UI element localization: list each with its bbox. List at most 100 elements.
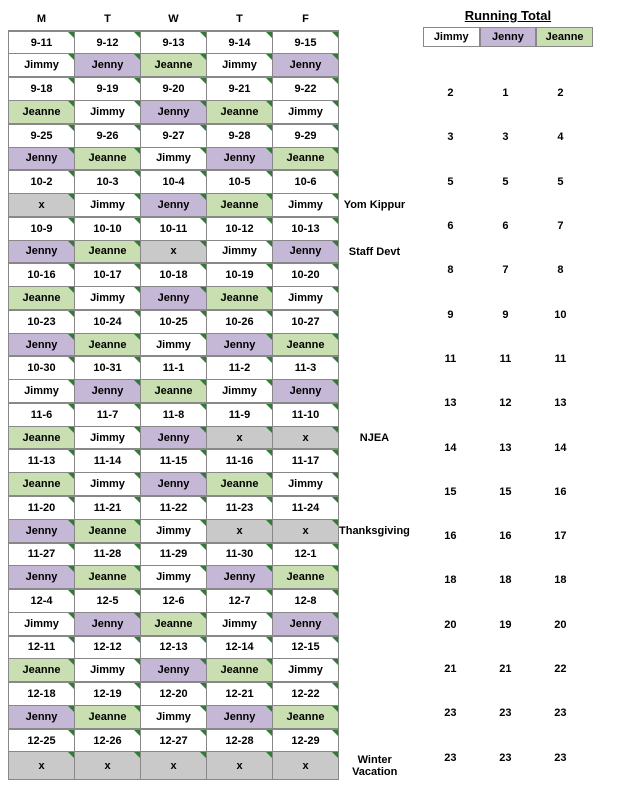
running-total-value: 19 [478,619,533,631]
running-total-value: 21 [478,663,533,675]
date-cell: 10-27 [273,310,339,333]
running-total-row: 555 [423,160,593,204]
date-cell: 9-15 [273,31,339,54]
date-cell: 9-21 [207,77,273,100]
running-total-value: 9 [423,309,478,321]
date-cell: 10-23 [9,310,75,333]
assignment-cell: Jimmy [273,287,339,310]
assignment-cell: Jimmy [273,473,339,496]
assignment-cell: Jenny [141,194,207,217]
week-note [339,659,411,682]
assignment-cell: Jenny [207,333,273,356]
date-cell: 10-12 [207,217,273,240]
date-cell: 9-20 [141,77,207,100]
running-total-row: 9910 [423,292,593,336]
assignment-cell: Jimmy [207,380,273,403]
assignment-cell: x [207,426,273,449]
running-total-value: 20 [423,619,478,631]
date-cell: 11-24 [273,496,339,519]
date-cell: 10-26 [207,310,273,333]
date-cell: 11-3 [273,356,339,379]
weekday-header: W [141,8,207,31]
date-cell: 10-19 [207,263,273,286]
assignment-cell: x [273,519,339,542]
week-note: Winter Vacation [339,752,411,779]
rt-head-jenny: Jenny [480,27,537,47]
running-total-value: 18 [478,574,533,586]
running-total-value: 10 [533,309,588,321]
running-total-value: 23 [478,707,533,719]
date-cell: 12-11 [9,636,75,659]
date-cell: 11-15 [141,449,207,472]
assignment-cell: Jeanne [9,473,75,496]
running-total-section: Running Total Jimmy Jenny Jeanne 2123345… [423,8,593,780]
running-total-title: Running Total [423,8,593,23]
assignment-cell: Jimmy [75,100,141,123]
date-cell: 10-4 [141,170,207,193]
date-cell: 11-1 [141,356,207,379]
date-cell: 10-10 [75,217,141,240]
assignment-cell: Jimmy [9,380,75,403]
running-total-value: 15 [478,486,533,498]
assignment-cell: Jenny [141,426,207,449]
assignment-cell: Jenny [207,147,273,170]
assignment-cell: Jeanne [75,519,141,542]
running-total-value: 23 [423,752,478,764]
date-cell: 11-20 [9,496,75,519]
running-total-value: 17 [533,530,588,542]
date-cell: 12-22 [273,682,339,705]
date-cell: 9-18 [9,77,75,100]
date-cell: 10-31 [75,356,141,379]
date-cell: 11-6 [9,403,75,426]
date-cell: 11-16 [207,449,273,472]
date-cell: 12-4 [9,589,75,612]
assignment-cell: Jeanne [141,380,207,403]
running-total-value: 20 [533,619,588,631]
assignment-cell: Jimmy [141,519,207,542]
date-cell: 11-2 [207,356,273,379]
assignment-cell: Jenny [141,659,207,682]
running-total-value: 7 [533,220,588,232]
running-total-value: 13 [533,397,588,409]
assignment-cell: Jimmy [75,659,141,682]
date-cell: 9-13 [141,31,207,54]
date-cell: 11-21 [75,496,141,519]
running-total-value: 5 [478,176,533,188]
date-cell: 10-18 [141,263,207,286]
running-total-value: 18 [533,574,588,586]
date-cell: 12-29 [273,729,339,752]
assignment-cell: Jeanne [207,659,273,682]
date-cell: 10-24 [75,310,141,333]
date-cell: 10-3 [75,170,141,193]
running-total-value: 6 [423,220,478,232]
running-total-header: Jimmy Jenny Jeanne [423,27,593,47]
assignment-cell: Jeanne [273,333,339,356]
assignment-cell: x [273,426,339,449]
running-total-value: 16 [478,530,533,542]
date-cell: 12-28 [207,729,273,752]
date-cell: 9-26 [75,124,141,147]
date-cell: 12-6 [141,589,207,612]
running-total-value: 23 [423,707,478,719]
date-cell: 12-19 [75,682,141,705]
running-total-value: 14 [533,442,588,454]
running-total-value: 5 [423,176,478,188]
running-total-value: 23 [533,707,588,719]
running-total-value: 3 [423,131,478,143]
date-cell: 10-17 [75,263,141,286]
assignment-cell: Jimmy [75,473,141,496]
date-cell: 12-14 [207,636,273,659]
assignment-cell: Jenny [9,519,75,542]
running-total-value: 21 [423,663,478,675]
assignment-cell: Jeanne [141,54,207,77]
rt-head-jimmy: Jimmy [423,27,480,47]
assignment-cell: x [141,240,207,263]
assignment-cell: x [141,752,207,779]
running-total-value: 23 [478,752,533,764]
running-total-value: 18 [423,574,478,586]
assignment-cell: Jeanne [273,705,339,728]
assignment-cell: Jeanne [75,147,141,170]
assignment-cell: Jenny [207,705,273,728]
assignment-cell: x [9,752,75,779]
assignment-cell: Jeanne [207,473,273,496]
